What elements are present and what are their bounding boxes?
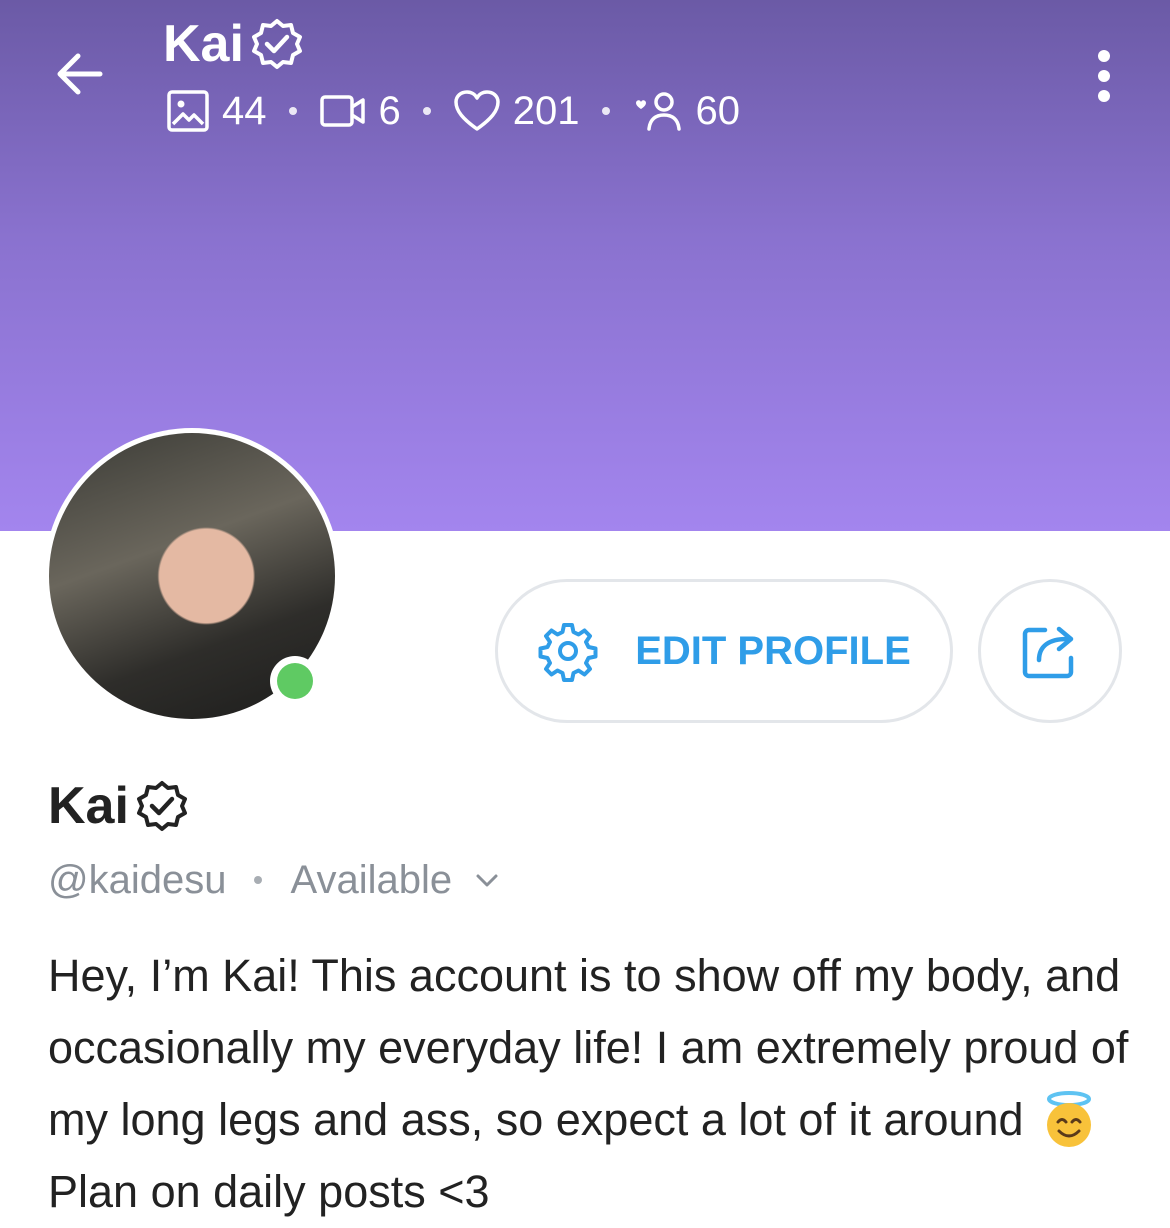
image-icon	[167, 90, 209, 132]
separator-dot	[254, 876, 263, 884]
bio-tail: Plan on daily posts <3	[48, 1166, 490, 1217]
verified-badge-icon	[251, 19, 302, 69]
more-vertical-icon	[1098, 50, 1110, 62]
profile-bio: Hey, I’m Kai! This account is to show of…	[48, 940, 1138, 1228]
fans-count: 60	[695, 88, 741, 133]
back-button[interactable]	[50, 44, 110, 104]
stat-videos[interactable]: 6	[319, 89, 401, 134]
videos-count: 6	[378, 88, 401, 133]
header-title: Kai	[163, 14, 304, 74]
separator-dot	[422, 107, 431, 115]
stat-likes[interactable]: 201	[453, 89, 580, 134]
more-options-button[interactable]	[1080, 46, 1128, 106]
availability-dropdown[interactable]: Available	[290, 858, 500, 903]
stat-fans[interactable]: 60	[632, 88, 741, 134]
photos-count: 44	[222, 88, 267, 133]
heart-icon	[454, 90, 500, 131]
availability-label: Available	[290, 857, 453, 902]
separator-dot	[601, 107, 610, 115]
fans-icon	[635, 92, 681, 131]
share-icon	[1022, 626, 1074, 679]
chevron-down-icon	[476, 874, 498, 887]
handle-row: @kaidesu Available	[48, 854, 500, 906]
smiling-face-with-halo-emoji	[1047, 1091, 1092, 1147]
stat-photos[interactable]: 44	[166, 89, 267, 134]
username-handle: @kaidesu	[48, 857, 227, 902]
likes-count: 201	[512, 88, 580, 133]
display-name: Kai	[48, 777, 129, 835]
header-name: Kai	[163, 15, 244, 73]
verified-badge-icon	[136, 781, 187, 831]
profile-stats: 44 6 201 60	[166, 86, 740, 136]
bio-text: Hey, I’m Kai! This account is to show of…	[48, 950, 1129, 1145]
edit-profile-button[interactable]: EDIT PROFILE	[495, 579, 953, 723]
profile-name: Kai	[48, 776, 189, 836]
video-icon	[319, 95, 365, 127]
gear-icon	[538, 623, 598, 682]
share-button[interactable]	[978, 579, 1122, 723]
edit-profile-label: EDIT PROFILE	[635, 628, 911, 673]
online-status-indicator	[270, 656, 320, 706]
arrow-left-icon	[57, 53, 103, 95]
separator-dot	[288, 107, 297, 115]
